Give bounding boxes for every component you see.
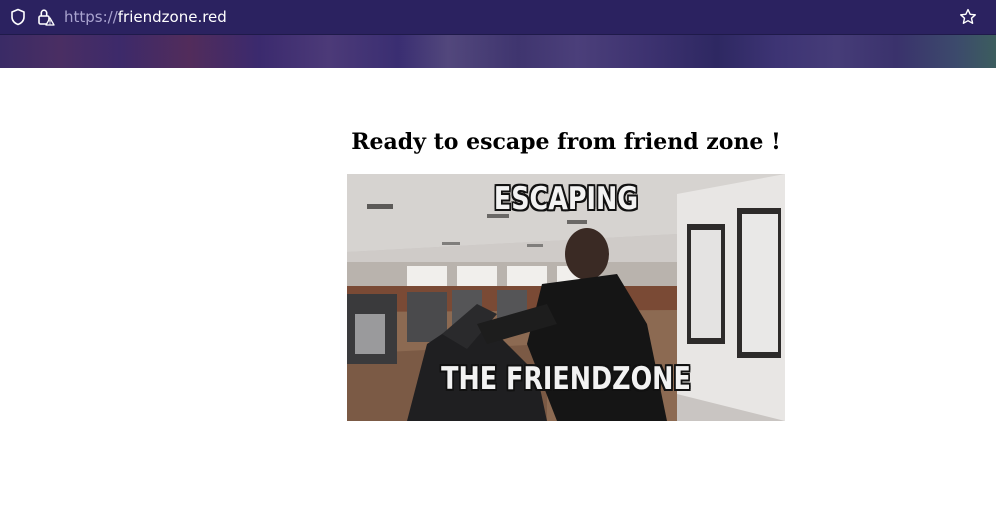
- lock-warning-icon[interactable]: [35, 7, 55, 27]
- shield-icon[interactable]: [8, 7, 28, 27]
- meme-image: ESCAPING THE FRIENDZONE: [347, 174, 785, 421]
- meme-top-text: ESCAPING: [493, 181, 639, 217]
- bookmarks-toolbar[interactable]: [0, 34, 996, 68]
- url-scheme: https://: [64, 8, 118, 26]
- address-bar[interactable]: https://friendzone.red: [64, 7, 227, 27]
- page-content: Ready to escape from friend zone ! ESCAP…: [0, 68, 996, 505]
- url-host: friendzone.red: [117, 8, 227, 26]
- star-icon[interactable]: [958, 7, 978, 27]
- page-heading: Ready to escape from friend zone !: [351, 129, 781, 155]
- browser-urlbar: https://friendzone.red: [0, 0, 996, 34]
- meme-bottom-text: THE FRIENDZONE: [441, 361, 691, 397]
